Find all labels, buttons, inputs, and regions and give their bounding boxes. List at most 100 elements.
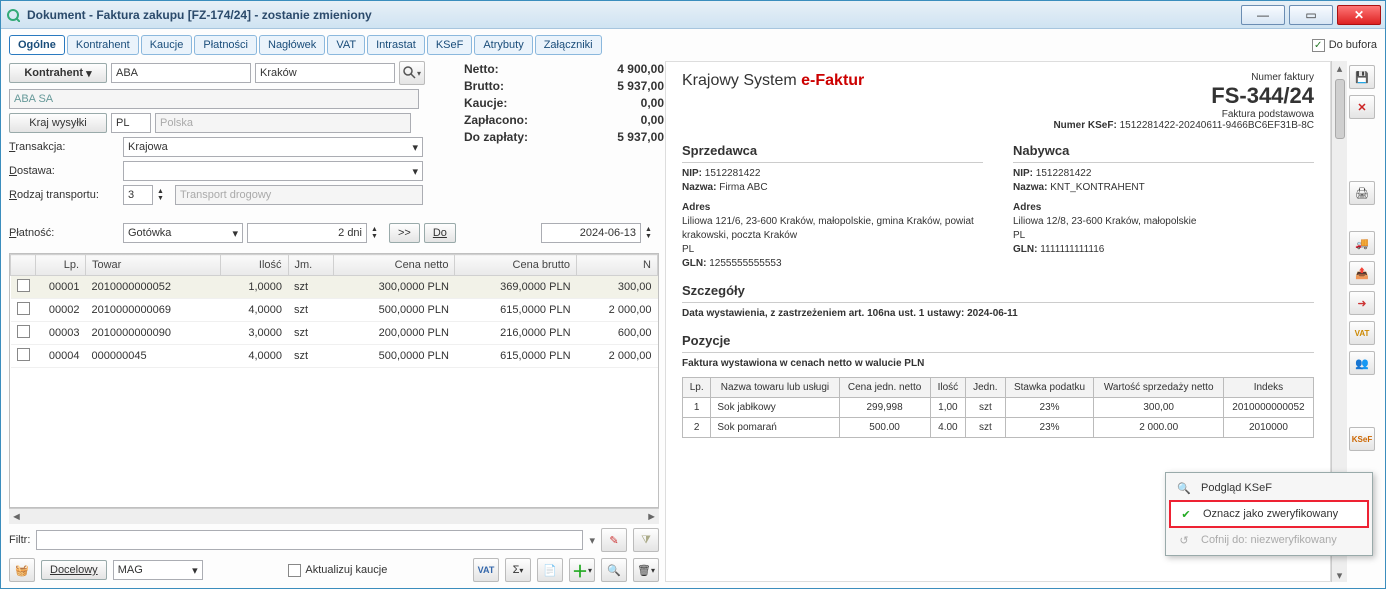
numer-faktury-value: FS-344/24 xyxy=(1053,83,1314,109)
vat-icon: VAT xyxy=(478,565,495,575)
do-button[interactable]: Do xyxy=(424,223,456,243)
ctx-oznacz-zweryfikowany[interactable]: ✔ Oznacz jako zweryfikowany xyxy=(1169,500,1369,528)
filtr-chevron-down-icon[interactable]: ▾ xyxy=(589,534,595,547)
doc-button[interactable]: 📄 xyxy=(537,558,563,582)
maximize-button[interactable]: ▭ xyxy=(1289,5,1333,25)
ksef-number: Numer KSeF: 1512281422-20240611-9466BC6E… xyxy=(1053,120,1314,131)
scroll-down-icon[interactable]: ▾ xyxy=(1333,568,1347,582)
kontrahent-city-input[interactable]: Kraków xyxy=(255,63,395,83)
kontrahent-code-input[interactable]: ABA xyxy=(111,63,251,83)
table-row[interactable]: 000040000000454,0000szt500,0000 PLN615,0… xyxy=(11,345,658,368)
kraj-code-input[interactable]: PL xyxy=(111,113,151,133)
x-icon: ✕ xyxy=(1357,101,1366,114)
tab-ogolne[interactable]: Ogólne xyxy=(9,35,65,55)
sum-button[interactable]: Σ▾ xyxy=(505,558,531,582)
col-lp[interactable]: Lp. xyxy=(36,255,86,276)
row-checkbox[interactable] xyxy=(17,325,30,338)
minimize-button[interactable]: — xyxy=(1241,5,1285,25)
date-input[interactable]: 2024-06-13 xyxy=(541,223,641,243)
docelowy-button[interactable]: Docelowy xyxy=(41,560,107,580)
tab-ksef[interactable]: KSeF xyxy=(427,35,473,55)
ksef-side-button[interactable]: KSeF xyxy=(1349,427,1375,451)
kraj-wysylki-button[interactable]: Kraj wysyłki xyxy=(9,113,107,133)
table-row[interactable]: 0000320100000000903,0000szt200,0000 PLN2… xyxy=(11,322,658,345)
people-button[interactable]: 👥 xyxy=(1349,351,1375,375)
add-button[interactable]: ＋▾ xyxy=(569,558,595,582)
scroll-thumb[interactable] xyxy=(1335,79,1345,139)
lookup-kontrahent-button[interactable]: ▾ xyxy=(399,61,425,85)
col-towar[interactable]: Towar xyxy=(86,255,221,276)
vat-button[interactable]: VAT xyxy=(473,558,499,582)
table-row[interactable]: 0000120100000000521,0000szt300,0000 PLN3… xyxy=(11,276,658,299)
buyer-nip: NIP: 1512281422 xyxy=(1013,167,1314,181)
do-bufora-checkbox[interactable]: ✓ xyxy=(1312,39,1325,52)
next-button[interactable]: ➜ xyxy=(1349,291,1375,315)
aktualizuj-checkbox[interactable] xyxy=(288,564,301,577)
scroll-up-icon[interactable]: ▴ xyxy=(1333,61,1347,75)
export-icon: 📤 xyxy=(1355,267,1369,280)
total-brutto: 5 937,00 xyxy=(617,78,664,95)
dostawa-label: Dostawa: xyxy=(9,165,119,177)
filtr-label: Filtr: xyxy=(9,534,30,546)
rodzaj-desc-display: Transport drogowy xyxy=(175,185,423,205)
plus-icon: ＋ xyxy=(572,558,588,582)
tab-intrastat[interactable]: Intrastat xyxy=(367,35,425,55)
chevron-down-icon: ▾ xyxy=(412,165,418,178)
col-ilosc[interactable]: Ilość xyxy=(221,255,288,276)
trash-icon: 🗑 xyxy=(637,564,651,577)
save-button[interactable]: 💾 xyxy=(1349,65,1375,89)
items-grid[interactable]: Lp. Towar Ilość Jm. Cena netto Cena brut… xyxy=(9,253,659,508)
date-stepper[interactable]: ▲▼ xyxy=(645,226,659,240)
col-cb[interactable]: Cena brutto xyxy=(455,255,577,276)
pozycje-header: Pozycje xyxy=(682,333,1314,353)
tab-naglowek[interactable]: Nagłówek xyxy=(259,35,325,55)
chevron-down-icon: ▾ xyxy=(232,227,238,240)
tab-atrybuty[interactable]: Atrybuty xyxy=(474,35,532,55)
delete-button[interactable]: 🗑▾ xyxy=(633,558,659,582)
filter-edit-button[interactable]: ✎ xyxy=(601,528,627,552)
col-n[interactable]: N xyxy=(577,255,658,276)
dni-input[interactable]: 2 dni xyxy=(247,223,367,243)
seller-adres: Liliowa 121/6, 23-600 Kraków, małopolski… xyxy=(682,215,983,243)
truck-button[interactable]: 🚚 xyxy=(1349,231,1375,255)
export-button[interactable]: 📤 xyxy=(1349,261,1375,285)
table-row[interactable]: 0000220100000000694,0000szt500,0000 PLN6… xyxy=(11,299,658,322)
pozycje-sub: Faktura wystawiona w cenach netto w walu… xyxy=(682,357,1314,371)
cancel-button[interactable]: ✕ xyxy=(1349,95,1375,119)
tab-platnosci[interactable]: Płatności xyxy=(194,35,257,55)
vat-side-button[interactable]: VAT xyxy=(1349,321,1375,345)
basket-button[interactable]: 🧺 xyxy=(9,558,35,582)
dostawa-select[interactable]: ▾ xyxy=(123,161,423,181)
row-checkbox[interactable] xyxy=(17,279,30,292)
tab-zalaczniki[interactable]: Załączniki xyxy=(535,35,602,55)
tab-kontrahent[interactable]: Kontrahent xyxy=(67,35,139,55)
col-jm[interactable]: Jm. xyxy=(288,255,333,276)
grid-hscroll[interactable]: ◄► xyxy=(9,508,659,524)
rodzaj-code-input[interactable]: 3 xyxy=(123,185,153,205)
zoom-button[interactable]: 🔍 xyxy=(601,558,627,582)
print-button[interactable]: 🖨 xyxy=(1349,181,1375,205)
positions-table: Lp.Nazwa towaru lub usługiCena jedn. net… xyxy=(682,377,1314,438)
rodzaj-stepper[interactable]: ▲▼ xyxy=(157,188,171,202)
sprzedawca-header: Sprzedawca xyxy=(682,143,983,163)
transakcja-select[interactable]: Krajowa▾ xyxy=(123,137,423,157)
tab-vat[interactable]: VAT xyxy=(327,35,365,55)
filtr-input[interactable] xyxy=(36,530,583,550)
tab-kaucje[interactable]: Kaucje xyxy=(141,35,193,55)
ctx-podglad-ksef[interactable]: 🔍 Podgląd KSeF xyxy=(1169,476,1369,500)
platnosc-select[interactable]: Gotówka▾ xyxy=(123,223,243,243)
row-checkbox[interactable] xyxy=(17,302,30,315)
row-checkbox[interactable] xyxy=(17,348,30,361)
kontrahent-button[interactable]: Kontrahent ▾ xyxy=(9,63,107,83)
close-button[interactable]: ✕ xyxy=(1337,5,1381,25)
col-cn[interactable]: Cena netto xyxy=(333,255,455,276)
filter-apply-button[interactable]: ⧩ xyxy=(633,528,659,552)
funnel-icon: ⧩ xyxy=(641,534,651,547)
app-icon xyxy=(5,7,21,23)
chevron-down-icon: ▾ xyxy=(412,141,418,154)
rodzaj-label: Rodzaj transportu: xyxy=(9,189,119,201)
chevron-down-icon: ▾ xyxy=(192,564,198,577)
go-next-button[interactable]: >> xyxy=(389,223,420,243)
dni-stepper[interactable]: ▲▼ xyxy=(371,226,385,240)
docelowy-select[interactable]: MAG▾ xyxy=(113,560,203,580)
